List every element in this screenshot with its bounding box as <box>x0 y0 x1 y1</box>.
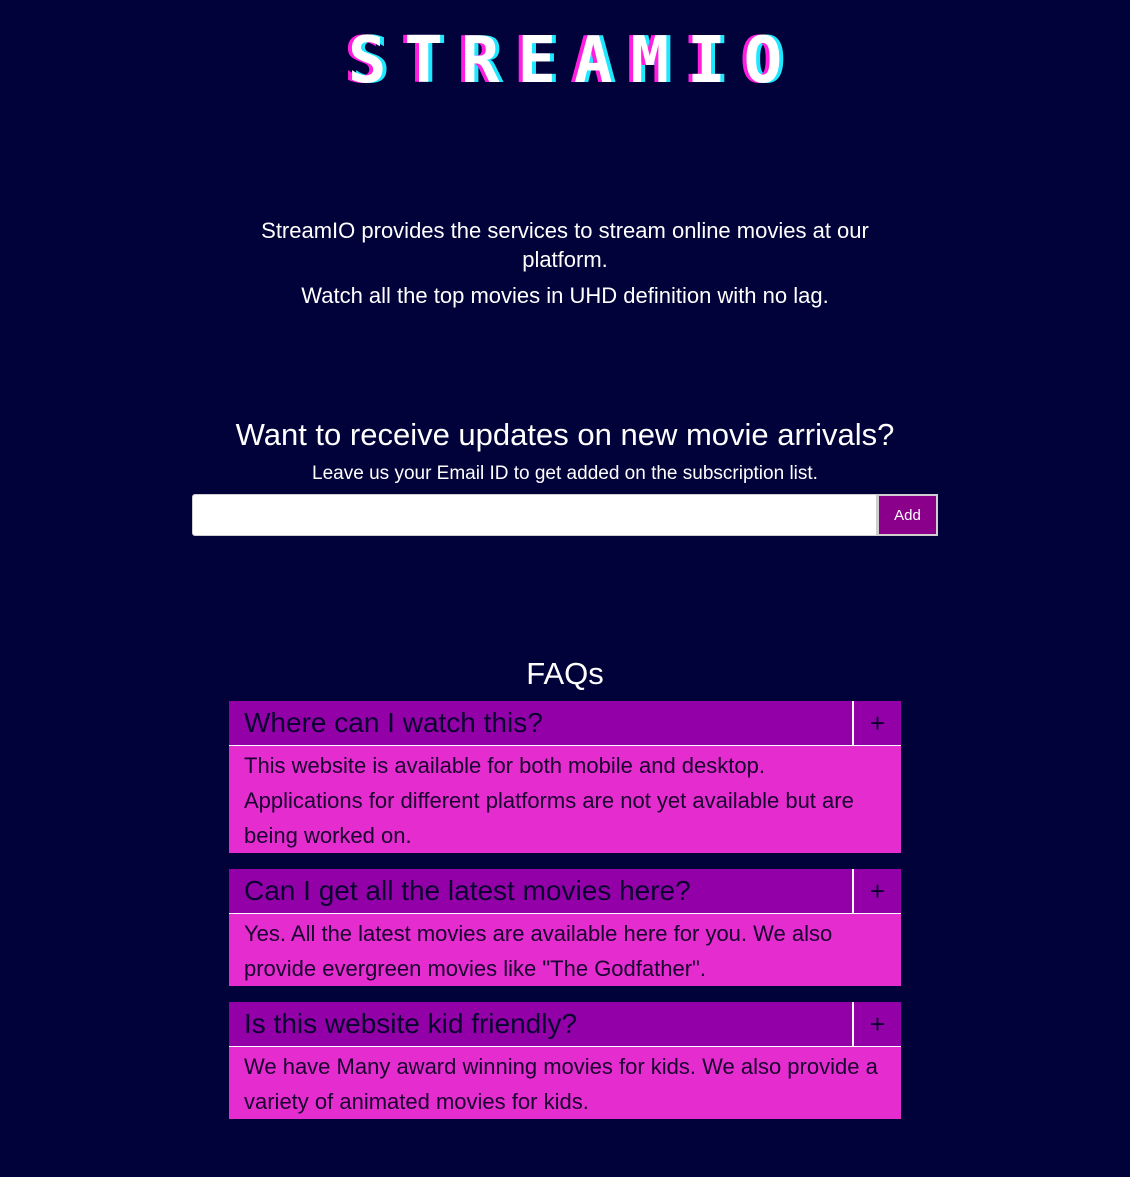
faq-list: Where can I watch this? + This website i… <box>229 701 901 1135</box>
faq-item: Can I get all the latest movies here? + … <box>229 869 901 986</box>
plus-icon[interactable]: + <box>852 1002 901 1046</box>
faq-answer: We have Many award winning movies for ki… <box>229 1047 901 1119</box>
faq-answer: This website is available for both mobil… <box>229 746 901 853</box>
faq-item: Where can I watch this? + This website i… <box>229 701 901 853</box>
faq-question: Where can I watch this? <box>244 707 543 738</box>
faq-question-row[interactable]: Is this website kid friendly? + <box>229 1002 901 1047</box>
faq-question-row[interactable]: Can I get all the latest movies here? + <box>229 869 901 914</box>
site-logo[interactable]: STREAMIO <box>0 28 1130 94</box>
subscribe-form: Add <box>192 494 938 536</box>
page: STREAMIO StreamIO provides the services … <box>0 0 1130 1177</box>
intro-text-line1: StreamIO provides the services to stream… <box>261 218 869 272</box>
faq-title: FAQs <box>526 656 604 691</box>
faq-question: Is this website kid friendly? <box>244 1008 578 1039</box>
plus-icon[interactable]: + <box>852 869 901 913</box>
intro-text-line2: Watch all the top movies in UHD definiti… <box>301 283 829 308</box>
faq-question: Can I get all the latest movies here? <box>244 875 691 906</box>
faq-item: Is this website kid friendly? + We have … <box>229 1002 901 1119</box>
subscribe-subtitle: Leave us your Email ID to get added on t… <box>312 463 818 484</box>
subscribe-title: Want to receive updates on new movie arr… <box>235 417 895 452</box>
faq-answer: Yes. All the latest movies are available… <box>229 914 901 986</box>
intro-section: StreamIO provides the services to stream… <box>225 216 905 310</box>
faq-question-row[interactable]: Where can I watch this? + <box>229 701 901 746</box>
plus-icon[interactable]: + <box>852 701 901 745</box>
email-input[interactable] <box>192 494 877 536</box>
add-button[interactable]: Add <box>877 494 938 536</box>
